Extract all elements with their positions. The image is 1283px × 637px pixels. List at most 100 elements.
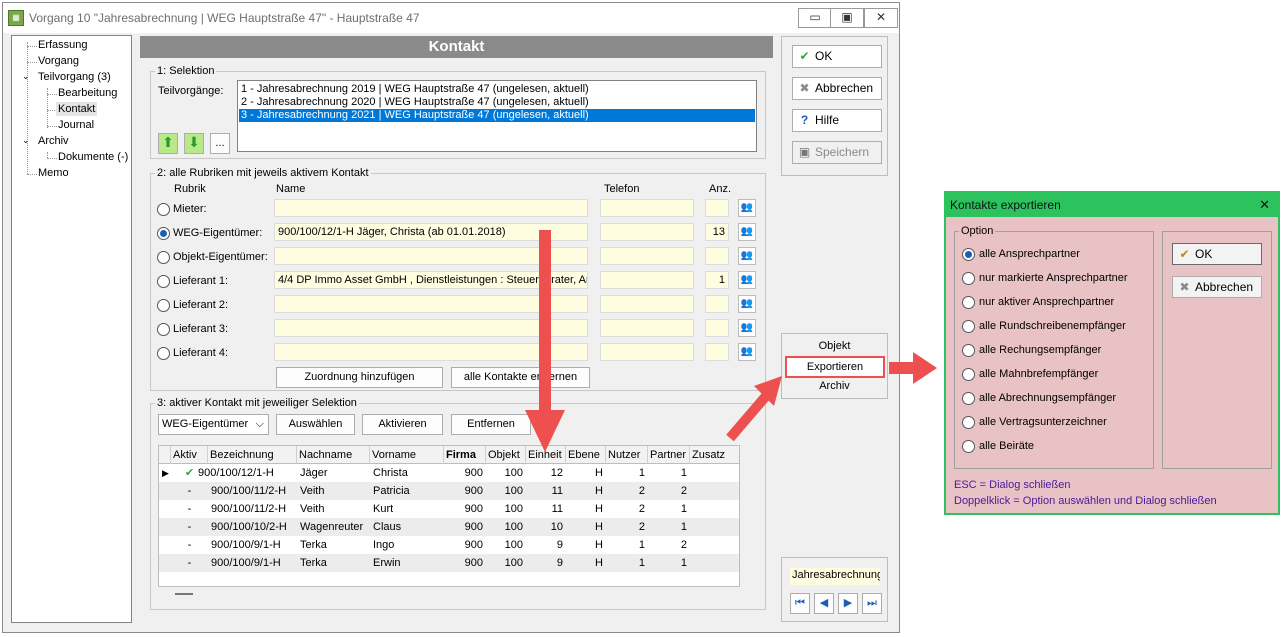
option-radio[interactable] [962, 368, 975, 381]
speichern-button[interactable]: ▣ Speichern [792, 141, 882, 164]
contacts-icon[interactable]: 👥 [738, 343, 756, 361]
option-label[interactable]: alle Rundschreibenempfänger [979, 320, 1126, 332]
annotation-arrow-right [889, 352, 937, 384]
ok-button[interactable]: ✔ OK [792, 45, 882, 68]
expand-chevron-icon[interactable]: ⌄ [22, 135, 30, 146]
cell-nachname: Jäger [300, 467, 328, 479]
aktivieren-button[interactable]: Aktivieren [362, 414, 443, 435]
radio-weg-eigentuemer[interactable] [157, 227, 170, 240]
option-radio[interactable] [962, 320, 975, 333]
contacts-icon[interactable]: 👥 [738, 271, 756, 289]
radio-mieter[interactable] [157, 203, 170, 216]
telefon-field [600, 343, 694, 361]
cell-partner: 1 [638, 539, 645, 551]
tree-item-archiv[interactable]: Archiv [38, 135, 69, 147]
option-label[interactable]: alle Mahnbrefempfänger [979, 368, 1098, 380]
zuordnung-hinzufuegen-button[interactable]: Zuordnung hinzufügen [276, 367, 443, 388]
minimize-button[interactable]: ▭ [798, 8, 832, 28]
option-label[interactable]: alle Ansprechpartner [979, 248, 1080, 260]
previous-record-icon[interactable]: ◀ [814, 593, 834, 614]
list-item[interactable]: 3 - Jahresabrechnung 2021 | WEG Hauptstr… [239, 109, 755, 122]
option-radio[interactable] [962, 344, 975, 357]
cell-ebene: 11 [551, 485, 563, 497]
cell-nutzer: H [595, 539, 603, 551]
maximize-button[interactable]: ▣ [830, 8, 864, 28]
archiv-link[interactable]: Archiv [782, 380, 887, 392]
tree-item-dokumente[interactable]: Dokumente (-) [58, 151, 128, 163]
tree-item-bearbeitung[interactable]: Bearbeitung [58, 87, 117, 99]
option-radio[interactable] [962, 248, 975, 261]
column-header[interactable]: Bezeichnung [208, 446, 297, 464]
tree-item-erfassung[interactable]: Erfassung [38, 39, 88, 51]
column-header[interactable]: Vorname [370, 446, 444, 464]
tree-item-journal[interactable]: Journal [58, 119, 94, 131]
contacts-icon[interactable]: 👥 [738, 223, 756, 241]
option-label[interactable]: alle Vertragsunterzeichner [979, 416, 1107, 428]
abbrechen-button[interactable]: ✖ Abbrechen [792, 77, 882, 100]
option-radio[interactable] [962, 392, 975, 405]
option-label[interactable]: alle Rechungsempfänger [979, 344, 1101, 356]
cell-vorname: Ingo [373, 539, 395, 551]
expand-chevron-icon[interactable]: ⌄ [22, 71, 30, 82]
list-item[interactable]: 2 - Jahresabrechnung 2020 | WEG Hauptstr… [239, 96, 755, 109]
contacts-table[interactable]: Aktiv Bezeichnung Nachname Vorname Firma… [158, 445, 740, 587]
column-header[interactable]: Nutzer [606, 446, 648, 464]
contacts-icon[interactable]: 👥 [738, 247, 756, 265]
horizontal-scroll-indicator[interactable] [175, 593, 193, 595]
table-row[interactable]: - 900/100/11/2-H Veith Patricia 900 100 … [159, 482, 739, 500]
radio-lieferant-4[interactable] [157, 347, 170, 360]
option-label[interactable]: alle Beiräte [979, 440, 1034, 452]
radio-lieferant-2[interactable] [157, 299, 170, 312]
radio-lieferant-3[interactable] [157, 323, 170, 336]
cell-nutzer: H [595, 485, 603, 497]
column-header[interactable]: Nachname [297, 446, 370, 464]
move-up-icon[interactable]: ⬆ [158, 133, 178, 154]
table-row[interactable]: - 900/100/9/1-H Terka Erwin 900 100 9 H … [159, 554, 739, 572]
auswaehlen-button[interactable]: Auswählen [276, 414, 355, 435]
radio-objekt-eigentuemer[interactable] [157, 251, 170, 264]
column-header[interactable]: Firma [444, 446, 486, 464]
column-header[interactable]: Zusatz [690, 446, 739, 464]
tree-item-memo[interactable]: Memo [38, 167, 69, 179]
cell-nachname: Terka [300, 539, 327, 551]
column-header[interactable]: Partner [648, 446, 690, 464]
entfernen-button[interactable]: Entfernen [451, 414, 531, 435]
close-icon[interactable]: ✕ [1259, 193, 1270, 217]
column-header[interactable]: Aktiv [171, 446, 208, 464]
table-row[interactable]: - 900/100/11/2-H Veith Kurt 900 100 11 H… [159, 500, 739, 518]
objekt-link[interactable]: Objekt [782, 340, 887, 352]
next-record-icon[interactable]: ▶ [838, 593, 858, 614]
option-radio[interactable] [962, 416, 975, 429]
table-row[interactable]: - 900/100/10/2-H Wagenreuter Claus 900 1… [159, 518, 739, 536]
tree-item-vorgang[interactable]: Vorgang [38, 55, 79, 67]
column-header[interactable]: Ebene [566, 446, 606, 464]
option-radio[interactable] [962, 440, 975, 453]
table-row[interactable]: - 900/100/9/1-H Terka Ingo 900 100 9 H 1… [159, 536, 739, 554]
option-label[interactable]: alle Abrechnungsempfänger [979, 392, 1116, 404]
cell-nutzer: H [595, 557, 603, 569]
contacts-icon[interactable]: 👥 [738, 295, 756, 313]
dialog-ok-button[interactable]: ✔ OK [1172, 243, 1262, 265]
close-button[interactable]: ✕ [864, 8, 898, 28]
option-label[interactable]: nur aktiver Ansprechpartner [979, 296, 1114, 308]
hilfe-button[interactable]: ? Hilfe [792, 109, 882, 132]
option-radio[interactable] [962, 272, 975, 285]
last-record-icon[interactable]: ⏭ [862, 593, 882, 614]
list-item[interactable]: 1 - Jahresabrechnung 2019 | WEG Hauptstr… [239, 83, 755, 96]
radio-lieferant-1[interactable] [157, 275, 170, 288]
exportieren-button[interactable]: Exportieren [785, 356, 885, 378]
contacts-icon[interactable]: 👥 [738, 319, 756, 337]
option-radio[interactable] [962, 296, 975, 309]
tree-item-teilvorgang[interactable]: Teilvorgang (3) [38, 71, 111, 83]
rubrik-select[interactable]: WEG-Eigentümer ⌵ [158, 414, 269, 435]
table-row[interactable]: ▶ ✔ 900/100/12/1-H Jäger Christa 900 100… [159, 464, 739, 482]
teilvorgaenge-list[interactable]: 1 - Jahresabrechnung 2019 | WEG Hauptstr… [237, 80, 757, 152]
move-down-icon[interactable]: ⬇ [184, 133, 204, 154]
more-button[interactable]: ... [210, 133, 230, 154]
option-label[interactable]: nur markierte Ansprechpartner [979, 272, 1128, 284]
tree-item-kontakt[interactable]: Kontakt [56, 102, 98, 116]
dialog-abbrechen-button[interactable]: ✖ Abbrechen [1172, 276, 1262, 298]
check-icon: ✔ [1179, 247, 1190, 261]
contacts-icon[interactable]: 👥 [738, 199, 756, 217]
first-record-icon[interactable]: ⏮ [790, 593, 810, 614]
